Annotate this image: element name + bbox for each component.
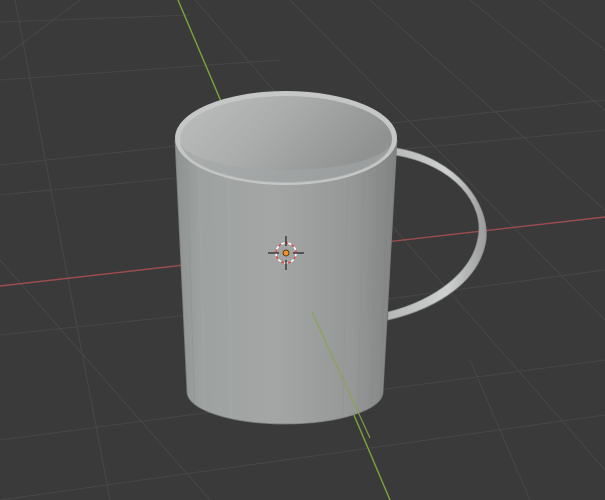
3d-viewport[interactable] [0,0,605,500]
mug-handle[interactable] [387,147,487,321]
mug-object[interactable] [174,91,487,425]
viewport-canvas[interactable] [0,0,605,500]
object-origin-dot [282,249,290,257]
